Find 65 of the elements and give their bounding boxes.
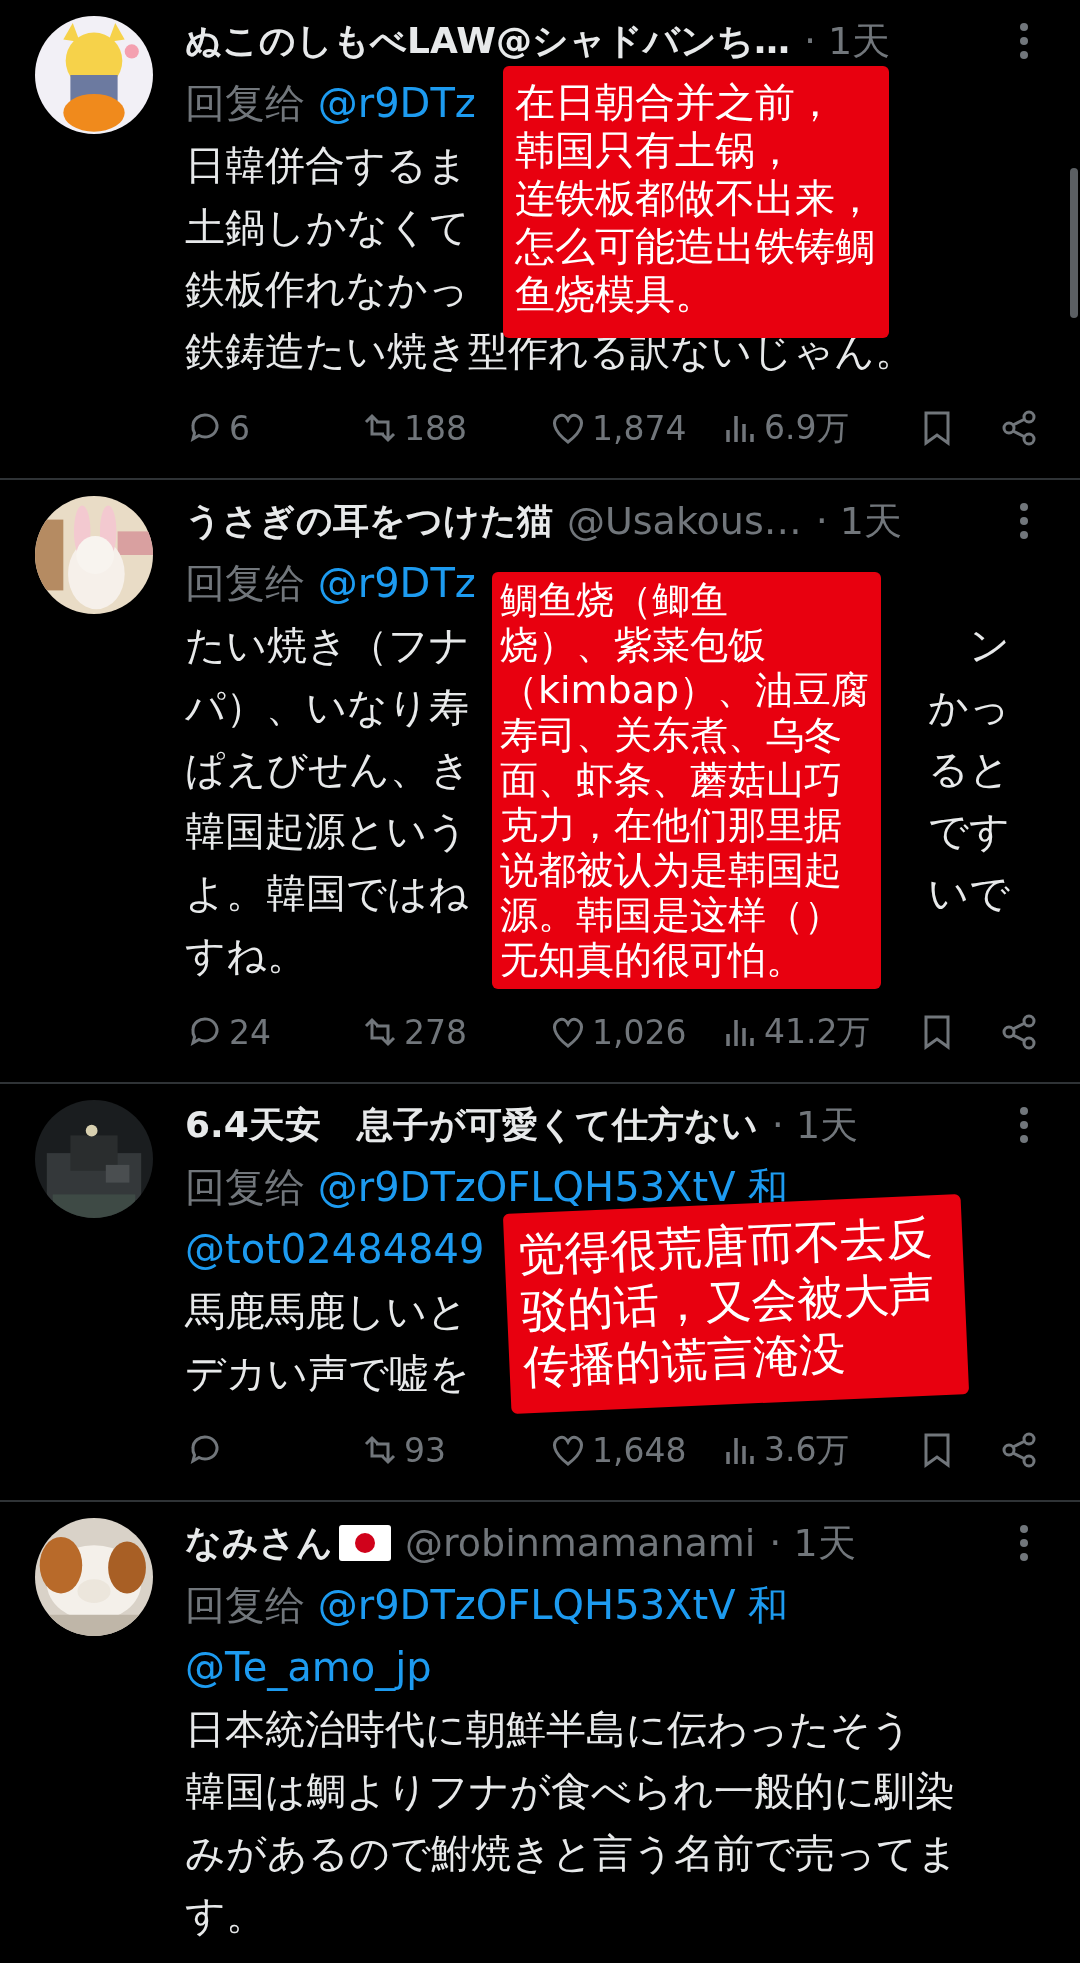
author-name[interactable]: うさぎの耳をつけた猫 [185, 501, 553, 541]
author-name[interactable]: ぬこのしもべLAW@シャドバンち… [185, 21, 790, 61]
post-text: ぱえびせん、き [185, 745, 471, 794]
note-text: 在日朝合并之前， [515, 78, 836, 126]
post-text: パ）、いなり寿 [185, 683, 469, 732]
note-text: 克力，在他们那里据 [500, 803, 843, 848]
reply-count: 24 [229, 1012, 271, 1052]
post-text: 日本統治時代に朝鮮半島に伝わったそう [185, 1705, 913, 1754]
post-text: ン [969, 621, 1010, 670]
note-text: 韩国只有土锅， [515, 126, 796, 174]
post-text: です [928, 807, 1010, 856]
post-time: · 1天 [771, 1101, 859, 1149]
view-count: 6.9万 [764, 406, 850, 449]
note-text: （kimbap）、油豆腐 [500, 668, 870, 713]
note-text: 烧）、紫菜包饭 [500, 623, 767, 668]
post-text: 日韓併合するま [185, 141, 468, 190]
note-text: 怎么可能造出铁铸鲷 [515, 222, 875, 270]
like-count: 1,648 [592, 1430, 687, 1470]
note-text: 源。韩国是这样（） [500, 893, 843, 938]
note-text: 鱼烧模具。 [515, 270, 716, 318]
post-text: 韓国は鯛よりフナが食べられ一般的に馴染みがあるので鮒焼きと言う名前で売ってます。 [185, 1767, 959, 1940]
post-text: 馬鹿馬鹿しいと [185, 1287, 468, 1336]
mention-link[interactable]: @r9DTzOFLQH53XtV [317, 1582, 736, 1628]
author-name[interactable]: なみさん [185, 1523, 333, 1563]
post-text: かっ [928, 683, 1010, 732]
post-text: 韓国起源という [185, 807, 468, 856]
user-handle[interactable]: @Usakous… [567, 499, 802, 543]
mention-link[interactable]: @Te_amo_jp [185, 1644, 432, 1690]
like-count: 1,874 [592, 408, 687, 448]
mention-link[interactable]: @r9DTzOFLQH53XtV [317, 1164, 736, 1210]
note-text: 寿司、关东煮、乌冬 [500, 713, 843, 758]
more-options-icon[interactable] [1018, 501, 1030, 541]
post-text: 鉄板作れなかっ [185, 265, 469, 314]
note-text: 连铁板都做不出来， [515, 174, 875, 222]
reply-line: 回复给 @r9DTzOFLQH53XtV 和 @Te_amo_jp [185, 1581, 790, 1693]
post-text: たい焼き（フナ [185, 621, 470, 670]
repost-count: 278 [404, 1012, 467, 1052]
repost-count: 188 [404, 408, 467, 448]
post-text: 土鍋しかなくて [185, 203, 470, 252]
scrollbar[interactable] [1070, 168, 1078, 318]
post-text: すね。 [185, 931, 307, 980]
view-count: 41.2万 [764, 1010, 871, 1053]
reply-count: 6 [229, 408, 250, 448]
post-time: · 1天 [815, 497, 903, 545]
more-options-icon[interactable] [1018, 1105, 1030, 1145]
mention-link[interactable]: @r9DTz [317, 560, 476, 606]
post-time: · 1天 [769, 1519, 856, 1567]
note-text: 鲷鱼烧（鲫鱼 [500, 578, 729, 623]
more-options-icon[interactable] [1018, 1523, 1030, 1563]
post-text: ると [928, 745, 1010, 794]
repost-count: 93 [404, 1430, 446, 1470]
post-time: · 1天 [803, 17, 891, 65]
like-count: 1,026 [592, 1012, 687, 1052]
user-handle[interactable]: @robinmamanami [405, 1521, 756, 1565]
author-name[interactable]: 6.4天安 息子が可愛くて仕方ない [185, 1105, 758, 1145]
note-text: 无知真的很可怕。 [500, 938, 805, 983]
note-text: 说都被认为是韩国起 [500, 848, 843, 893]
mention-link[interactable]: @r9DTz [317, 80, 476, 126]
note-text: 面、虾条、蘑菇山巧 [500, 758, 843, 803]
post-text: よ。韓国ではね [185, 869, 469, 918]
mention-link[interactable]: @tot02484849 [185, 1226, 485, 1272]
post-text: デカい声で嘘を [185, 1349, 470, 1398]
view-count: 3.6万 [764, 1428, 850, 1471]
post-text: いで [928, 869, 1010, 918]
more-options-icon[interactable] [1018, 21, 1030, 61]
